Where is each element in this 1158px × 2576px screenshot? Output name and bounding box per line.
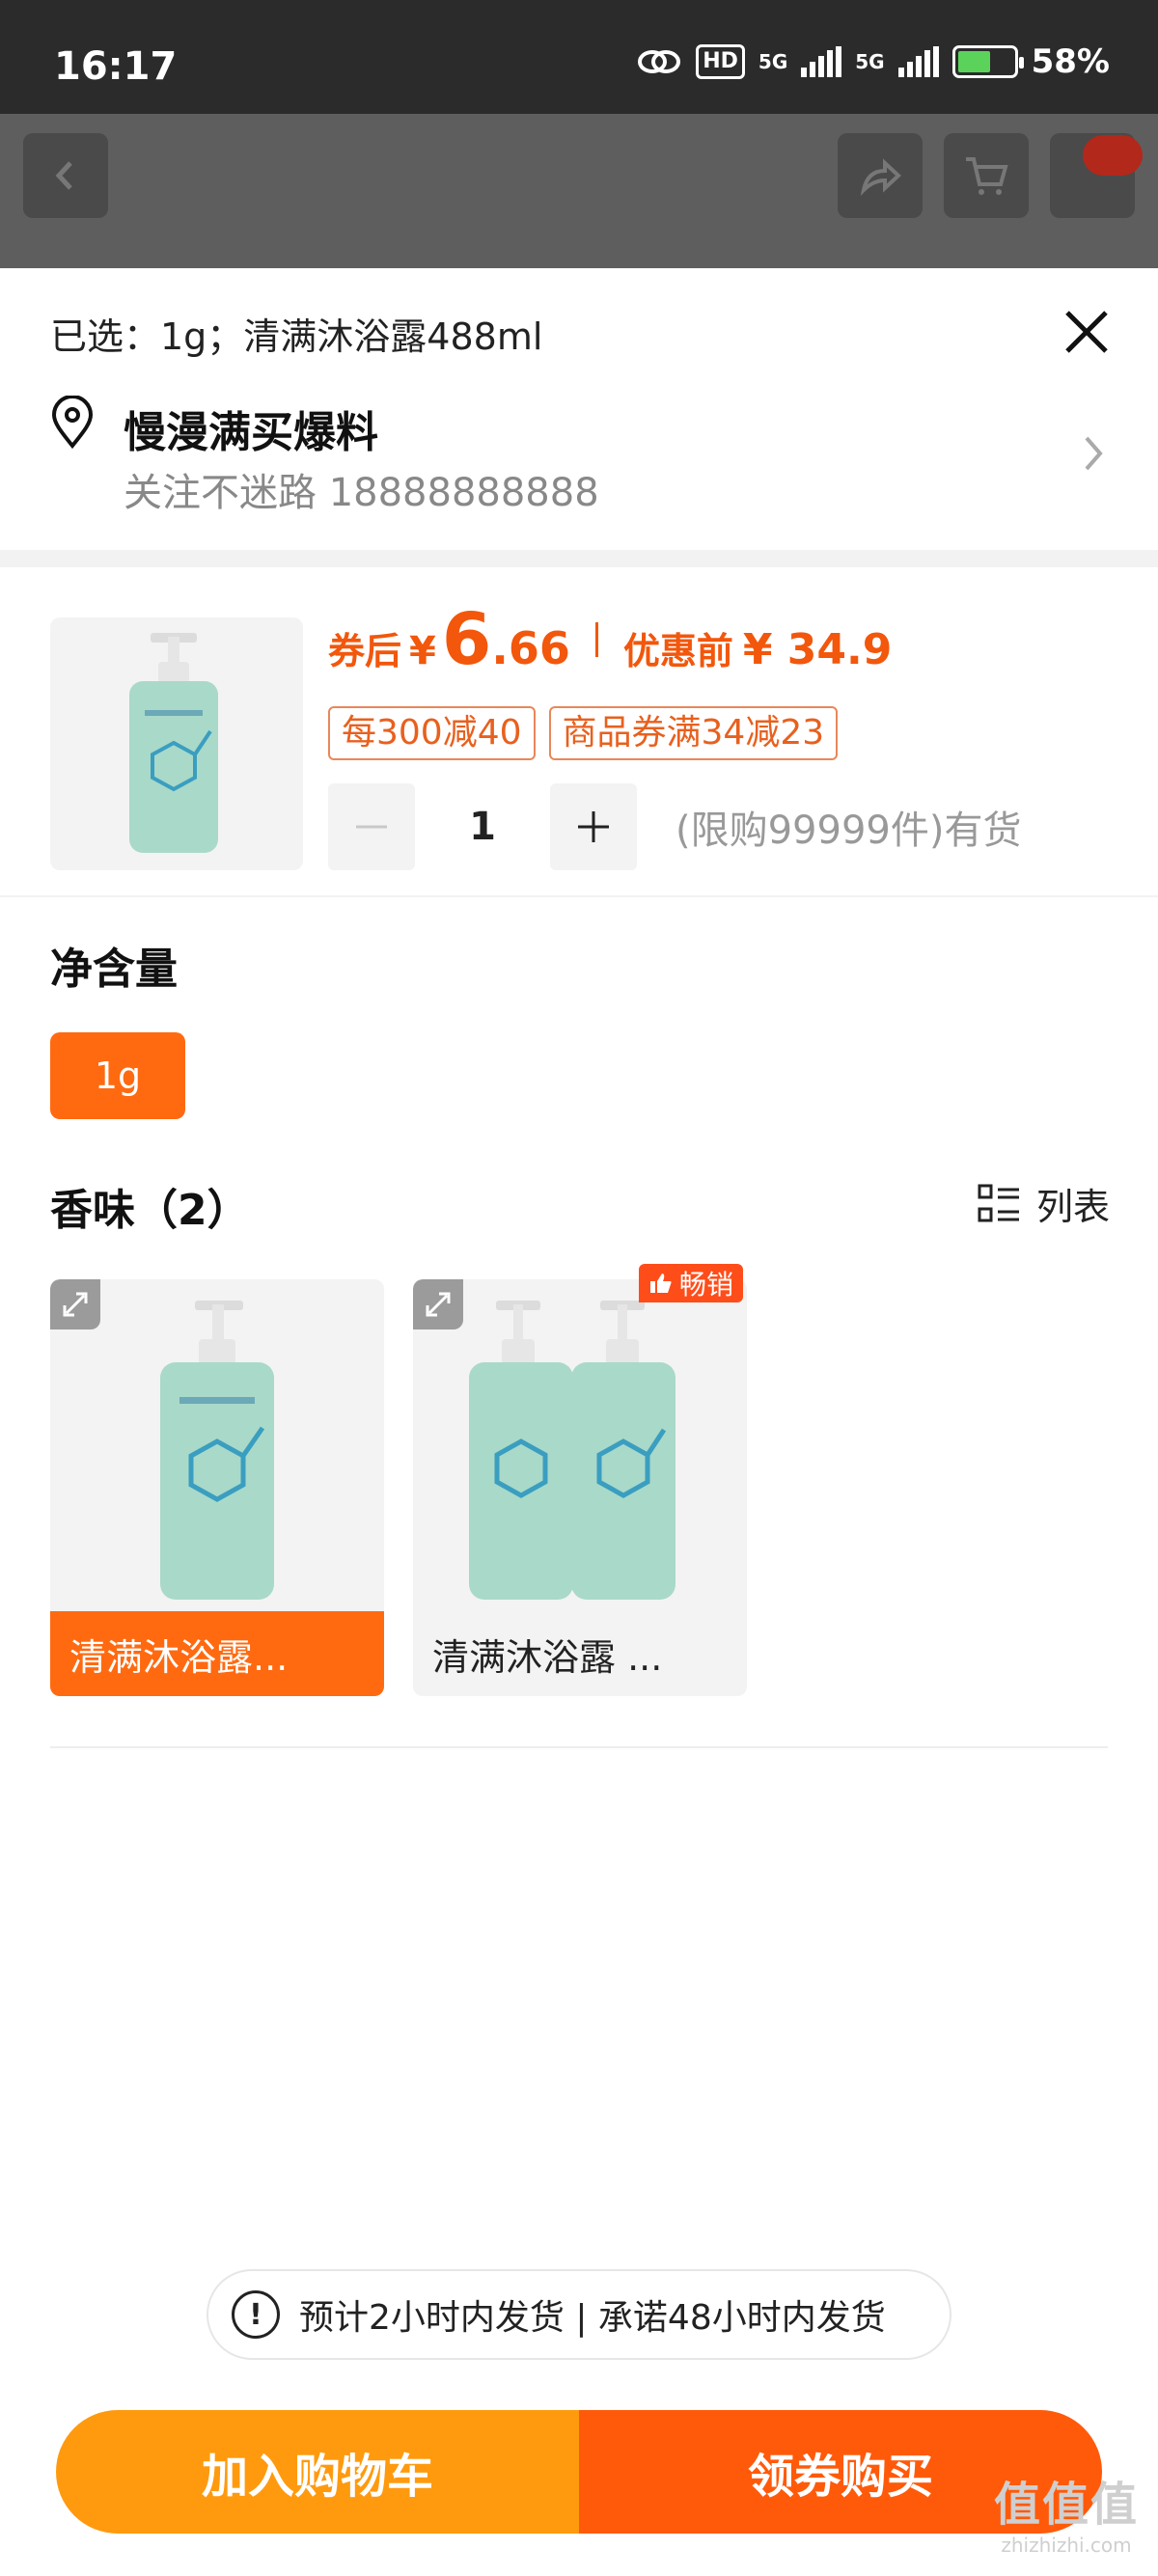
coupon-price-label: 券后 — [328, 630, 402, 672]
address-name[interactable]: 慢漫满买爆料 — [124, 397, 378, 459]
thumbs-up-icon — [650, 1274, 672, 1293]
location-pin-icon — [51, 396, 94, 450]
info-icon: ! — [232, 2290, 280, 2339]
quantity-stepper: 1 (限购99999件)有货 — [328, 783, 1021, 870]
selected-summary: 已选：1g；清满沐浴露488ml — [50, 315, 543, 358]
link-icon — [638, 50, 681, 73]
price-decimal: .66 — [491, 622, 570, 674]
back-button[interactable] — [23, 133, 108, 218]
battery-icon — [951, 45, 1024, 78]
product-bottle-image — [129, 633, 218, 853]
decrease-button[interactable] — [328, 783, 415, 870]
increase-button[interactable] — [550, 783, 637, 870]
shipping-text: 预计2小时内发货 | 承诺48小时内发货 — [299, 2298, 886, 2338]
list-view-toggle[interactable]: 列表 — [977, 1177, 1110, 1230]
network-type-2: 5G — [855, 50, 885, 73]
plus-icon — [578, 811, 609, 842]
shipping-notice: ! 预计2小时内发货 | 承诺48小时内发货 — [207, 2269, 951, 2360]
watermark: 值值值 zhizhizhi.com — [994, 2466, 1139, 2557]
message-badge — [1083, 135, 1143, 176]
price-row: 券后 ¥ 6 .66 优惠前 ¥ 34.9 — [328, 598, 892, 681]
promo-tag[interactable]: 每300减40 — [328, 706, 536, 760]
chevron-right-icon[interactable] — [1079, 432, 1108, 475]
share-button[interactable] — [838, 133, 923, 218]
status-bar: 16:17 HD 5G 5G 58% — [0, 0, 1158, 114]
watermark-logo: 值值值 — [993, 2478, 1139, 2532]
address-detail[interactable]: 关注不迷路 18888888888 — [124, 461, 599, 517]
watermark-url: zhizhizhi.com — [1001, 2534, 1132, 2557]
expand-button[interactable] — [413, 1279, 463, 1329]
section-divider — [50, 1746, 1108, 1748]
network-type-1: 5G — [758, 50, 788, 73]
quantity-value[interactable]: 1 — [415, 805, 550, 849]
net-content-option[interactable]: 1g — [50, 1032, 185, 1119]
scent-option-card[interactable]: 清满沐浴露 ... — [413, 1279, 747, 1696]
section-divider — [0, 550, 1158, 567]
add-to-cart-button[interactable]: 加入购物车 — [56, 2410, 579, 2534]
section-divider — [0, 895, 1158, 897]
scent-option-card[interactable]: 清满沐浴露... — [50, 1279, 384, 1696]
chevron-left-icon — [55, 161, 72, 190]
net-content-title: 净含量 — [50, 945, 178, 994]
original-price-label: 优惠前 — [622, 630, 733, 672]
background-header — [0, 114, 1158, 268]
price-separator — [594, 622, 598, 657]
scent-option-label: 清满沐浴露 ... — [432, 1635, 663, 1679]
product-bottle-pair-image — [469, 1301, 676, 1600]
status-icons: HD 5G 5G 58% — [636, 42, 1110, 81]
product-bottle-image — [160, 1301, 274, 1600]
price-integer: 6 — [441, 598, 492, 681]
share-icon — [860, 158, 901, 197]
currency-symbol: ¥ — [409, 629, 436, 673]
bestseller-badge: 畅销 — [639, 1264, 744, 1302]
expand-icon — [426, 1292, 451, 1317]
expand-icon — [63, 1292, 88, 1317]
action-bar: 加入购物车 领券购买 — [56, 2410, 1102, 2534]
promo-tags: 每300减40 商品券满34减23 — [328, 706, 839, 760]
signal-icon — [801, 46, 842, 77]
hd-icon: HD — [696, 44, 745, 79]
battery-level: 58% — [1031, 42, 1110, 81]
expand-button[interactable] — [50, 1279, 100, 1329]
cart-icon — [966, 157, 1008, 195]
scent-option-label: 清满沐浴露... — [50, 1611, 384, 1696]
spec-sheet: 已选：1g；清满沐浴露488ml 慢漫满买爆料 关注不迷路 1888888888… — [0, 268, 1158, 2576]
product-thumbnail[interactable] — [50, 617, 303, 870]
minus-icon — [356, 825, 387, 829]
bestseller-label: 畅销 — [679, 1269, 734, 1301]
status-time: 16:17 — [54, 44, 178, 89]
promo-tag[interactable]: 商品券满34减23 — [548, 706, 839, 760]
stock-status: (限购99999件)有货 — [676, 808, 1022, 853]
scent-title: 香味（2） — [50, 1186, 250, 1235]
close-icon[interactable] — [1056, 301, 1117, 363]
cart-button[interactable] — [944, 133, 1029, 218]
list-icon — [978, 1184, 1019, 1221]
signal-icon-2 — [897, 46, 939, 77]
original-price: ¥ 34.9 — [742, 625, 893, 674]
list-toggle-label: 列表 — [1035, 1186, 1110, 1228]
